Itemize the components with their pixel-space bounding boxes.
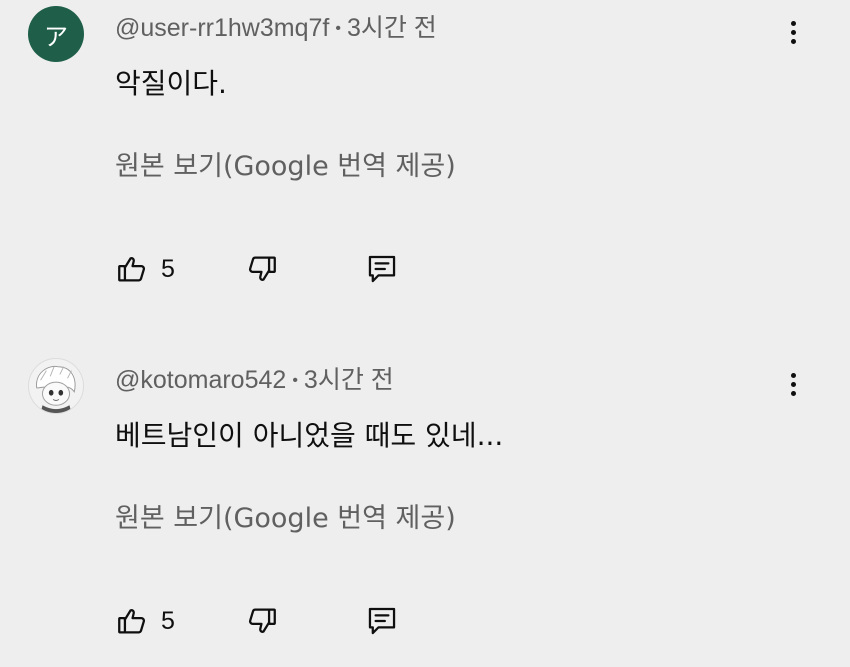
like-button[interactable]: 5 <box>115 252 175 286</box>
reply-button[interactable] <box>365 604 399 638</box>
more-vert-icon[interactable] <box>778 366 808 402</box>
dislike-button[interactable] <box>245 604 279 638</box>
comment-author[interactable]: @user-rr1hw3mq7f <box>115 14 329 42</box>
thumb-down-icon <box>248 608 276 633</box>
comment-time: 3시간 전 <box>346 14 437 42</box>
avatar[interactable] <box>28 358 84 414</box>
thumb-up-icon <box>118 257 146 282</box>
view-original-button[interactable]: 원본 보기(Google 번역 제공) <box>115 144 456 183</box>
like-count: 5 <box>161 606 175 635</box>
comment-author[interactable]: @kotomaro542 <box>115 366 286 394</box>
meta-separator: • <box>335 20 341 38</box>
comment-meta: @kotomaro542 • 3시간 전 <box>115 360 394 396</box>
avatar-illustration-icon <box>36 365 76 413</box>
thumb-up-icon <box>118 609 146 634</box>
reply-button[interactable] <box>365 252 399 286</box>
reply-icon <box>368 607 396 635</box>
comment-text: 베트남인이 아니었을 때도 있네... <box>115 419 504 452</box>
meta-separator: • <box>292 372 298 390</box>
comment-time: 3시간 전 <box>303 366 394 394</box>
avatar[interactable]: ア <box>28 6 84 62</box>
more-vert-icon[interactable] <box>778 14 808 50</box>
like-button[interactable]: 5 <box>115 604 175 638</box>
comment-text: 악질이다. <box>115 67 227 100</box>
dislike-button[interactable] <box>245 252 279 286</box>
reply-icon <box>368 255 396 283</box>
view-original-button[interactable]: 원본 보기(Google 번역 제공) <box>115 496 456 535</box>
comment-meta: @user-rr1hw3mq7f • 3시간 전 <box>115 8 437 44</box>
like-count: 5 <box>161 254 175 283</box>
avatar-letter: ア <box>44 22 68 51</box>
thumb-down-icon <box>248 256 276 281</box>
